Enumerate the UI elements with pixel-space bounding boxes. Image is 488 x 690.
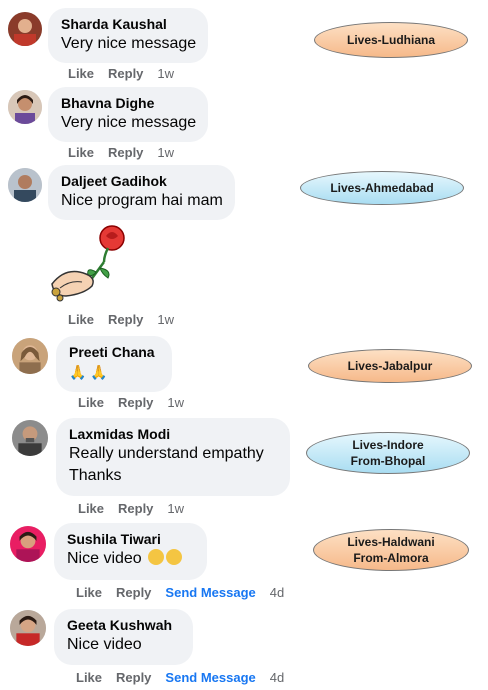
comment-actions: Like Reply Send Message 4d: [76, 585, 298, 600]
location-tag-ludhiana: Lives-Ludhiana: [314, 22, 468, 58]
reply-button[interactable]: Reply: [116, 670, 151, 685]
reply-button[interactable]: Reply: [118, 501, 153, 516]
comment-text: Nice video: [67, 550, 142, 567]
comment-author[interactable]: Sharda Kaushal: [61, 15, 194, 33]
send-message-button[interactable]: Send Message: [165, 585, 255, 600]
comment-author[interactable]: Sushila Tiwari: [67, 530, 193, 548]
comment-bubble: Laxmidas Modi Really understand empathy …: [56, 418, 290, 496]
comment-actions: Like Reply Send Message 4d: [76, 670, 298, 685]
avatar[interactable]: [8, 168, 42, 202]
location-tag-indore: Lives-Indore From-Bhopal: [306, 432, 470, 474]
comment-author[interactable]: Geeta Kushwah: [67, 616, 179, 634]
clapping-hands-icon: [166, 549, 183, 565]
reply-button[interactable]: Reply: [118, 395, 153, 410]
comment-author[interactable]: Bhavna Dighe: [61, 94, 194, 112]
comment-text: Nice program hai mam: [61, 192, 223, 209]
like-button[interactable]: Like: [78, 395, 104, 410]
avatar[interactable]: [12, 420, 48, 456]
like-button[interactable]: Like: [76, 670, 102, 685]
comment-actions: Like Reply 1w: [68, 145, 188, 160]
like-button[interactable]: Like: [78, 501, 104, 516]
reply-button[interactable]: Reply: [116, 585, 151, 600]
comment-author[interactable]: Preeti Chana: [69, 343, 158, 361]
comment-author[interactable]: Laxmidas Modi: [69, 425, 276, 443]
reply-button[interactable]: Reply: [108, 66, 143, 81]
timestamp[interactable]: 4d: [270, 585, 284, 600]
timestamp[interactable]: 1w: [167, 501, 184, 516]
like-button[interactable]: Like: [68, 145, 94, 160]
comment-bubble: Bhavna Dighe Very nice message: [48, 87, 208, 142]
like-button[interactable]: Like: [68, 66, 94, 81]
avatar[interactable]: [8, 90, 42, 124]
avatar[interactable]: [10, 526, 46, 562]
timestamp[interactable]: 1w: [157, 145, 174, 160]
comment-text: Really understand empathy: [69, 445, 264, 462]
clapping-hands-icon: [148, 549, 165, 565]
comment-bubble: Daljeet Gadihok Nice program hai mam: [48, 165, 235, 220]
comment-text: Thanks: [69, 467, 122, 484]
comment-text: Very nice message: [61, 35, 197, 52]
send-message-button[interactable]: Send Message: [165, 670, 255, 685]
reply-button[interactable]: Reply: [108, 312, 143, 327]
comment-actions: Like Reply 1w: [78, 395, 198, 410]
folded-hands-icon: 🙏 🙏: [69, 364, 108, 380]
comment-actions: Like Reply 1w: [78, 501, 198, 516]
comment-bubble: Preeti Chana 🙏 🙏: [56, 336, 172, 392]
like-button[interactable]: Like: [76, 585, 102, 600]
avatar[interactable]: [8, 12, 42, 46]
comment-bubble: Sushila Tiwari Nice video: [54, 523, 207, 580]
timestamp[interactable]: 1w: [157, 66, 174, 81]
timestamp[interactable]: 4d: [270, 670, 284, 685]
comment-actions: Like Reply 1w: [68, 66, 188, 81]
reply-button[interactable]: Reply: [108, 145, 143, 160]
timestamp[interactable]: 1w: [167, 395, 184, 410]
rose-sticker: [46, 222, 130, 304]
timestamp[interactable]: 1w: [157, 312, 174, 327]
location-tag-jabalpur: Lives-Jabalpur: [308, 349, 472, 383]
avatar[interactable]: [12, 338, 48, 374]
avatar[interactable]: [10, 610, 46, 646]
location-tag-ahmedabad: Lives-Ahmedabad: [300, 171, 464, 205]
comment-bubble: Geeta Kushwah Nice video: [54, 609, 193, 665]
comment-actions: Like Reply 1w: [68, 312, 188, 327]
comment-bubble: Sharda Kaushal Very nice message: [48, 8, 208, 63]
like-button[interactable]: Like: [68, 312, 94, 327]
comment-text: Nice video: [67, 636, 142, 653]
comment-author[interactable]: Daljeet Gadihok: [61, 172, 221, 190]
comment-text: Very nice message: [61, 114, 197, 131]
location-tag-haldwani: Lives-Haldwani From-Almora: [313, 529, 469, 571]
